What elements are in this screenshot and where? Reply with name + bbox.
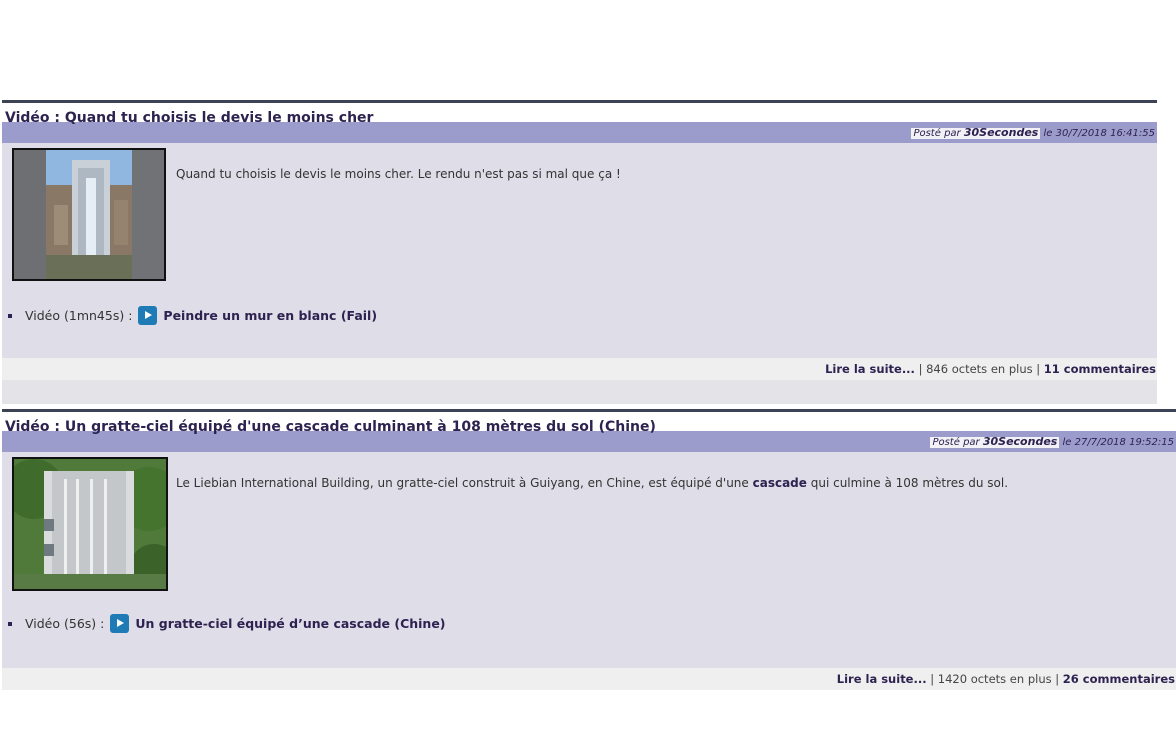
posted-by-box: Posté par 30Secondes xyxy=(911,126,1041,139)
article-title[interactable]: Vidéo : Quand tu choisis le devis le moi… xyxy=(5,110,373,126)
video-list-item: Vidéo (56s) : Un gratte-ciel équipé d’un… xyxy=(8,614,446,633)
article-summary: Le Liebian International Building, un gr… xyxy=(176,476,1008,490)
article-content: Le Liebian International Building, un gr… xyxy=(2,452,1176,668)
play-icon[interactable] xyxy=(138,306,158,325)
author-link[interactable]: 30Secondes xyxy=(983,435,1057,448)
article: Vidéo : Quand tu choisis le devis le moi… xyxy=(2,100,1157,404)
separator: | xyxy=(926,672,938,686)
article-title-bar: Vidéo : Quand tu choisis le devis le moi… xyxy=(2,100,1157,126)
video-label: Vidéo (56s) : xyxy=(25,616,105,631)
video-link[interactable]: Un gratte-ciel équipé d’une cascade (Chi… xyxy=(135,616,445,631)
article-footer: Lire la suite... | 1420 octets en plus |… xyxy=(2,668,1176,690)
separator: | xyxy=(914,362,927,376)
posted-by-label: Posté par xyxy=(913,128,961,139)
article-summary: Quand tu choisis le devis le moins cher.… xyxy=(176,167,621,181)
read-more-link[interactable]: Lire la suite... xyxy=(837,672,927,686)
bullet-icon xyxy=(8,621,12,626)
building-waterfall-photo xyxy=(14,150,164,279)
article-content: Quand tu choisis le devis le moins cher.… xyxy=(2,143,1157,358)
painted-wall-photo xyxy=(14,459,166,589)
article-thumbnail[interactable] xyxy=(12,148,166,281)
read-more-link[interactable]: Lire la suite... xyxy=(825,362,915,376)
summary-text: qui culmine à 108 mètres du sol. xyxy=(806,476,1009,490)
author-link[interactable]: 30Secondes xyxy=(964,126,1038,139)
bytes-more: 1420 octets en plus xyxy=(937,672,1052,686)
summary-keyword[interactable]: cascade xyxy=(753,476,807,490)
post-date: le 30/7/2018 16:41:55 xyxy=(1043,128,1155,139)
article: Vidéo : Un gratte-ciel équipé d'une casc… xyxy=(2,409,1176,690)
posted-by-box: Posté par 30Secondes xyxy=(930,435,1060,448)
bytes-more: 846 octets en plus xyxy=(926,362,1033,376)
article-spacer xyxy=(2,380,1157,404)
play-icon[interactable] xyxy=(110,614,130,633)
separator: | xyxy=(1032,362,1044,376)
article-footer: Lire la suite... | 846 octets en plus | … xyxy=(2,358,1157,380)
article-title[interactable]: Vidéo : Un gratte-ciel équipé d'une casc… xyxy=(5,419,656,435)
article-title-bar: Vidéo : Un gratte-ciel équipé d'une casc… xyxy=(2,409,1176,435)
post-date: le 27/7/2018 19:52:15 xyxy=(1062,437,1174,448)
posted-by-label: Posté par xyxy=(932,437,980,448)
summary-text: Le Liebian International Building, un gr… xyxy=(176,476,753,490)
video-list-item: Vidéo (1mn45s) : Peindre un mur en blanc… xyxy=(8,306,377,325)
video-link[interactable]: Peindre un mur en blanc (Fail) xyxy=(163,308,377,323)
comments-link[interactable]: 26 commentaires xyxy=(1063,672,1175,686)
comments-link[interactable]: 11 commentaires xyxy=(1044,362,1156,376)
video-label: Vidéo (1mn45s) : xyxy=(25,308,133,323)
separator: | xyxy=(1051,672,1063,686)
bullet-icon xyxy=(8,313,12,318)
article-thumbnail[interactable] xyxy=(12,457,168,591)
